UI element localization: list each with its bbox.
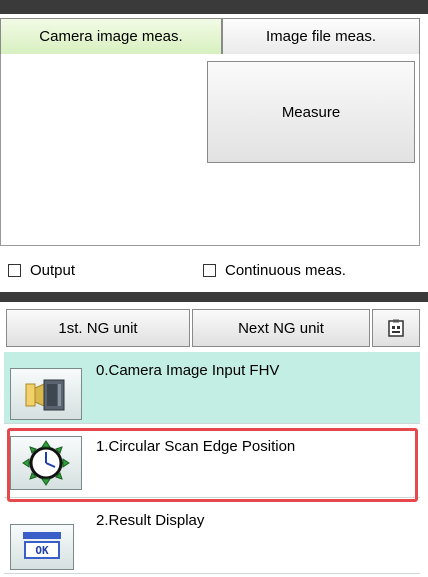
- unit-settings-button[interactable]: [372, 309, 420, 347]
- unit-item-result-display[interactable]: OK 2.Result Display: [4, 502, 420, 574]
- tab-image-file-meas[interactable]: Image file meas.: [222, 18, 420, 54]
- unit-label: 2.Result Display: [96, 512, 205, 529]
- continuous-meas-checkbox-box[interactable]: [203, 263, 216, 277]
- clipboard-icon: [388, 319, 404, 337]
- measurement-tabs: Camera image meas. Image file meas.: [0, 14, 428, 54]
- ok-display-icon: OK: [10, 524, 74, 570]
- circular-scan-icon: [10, 436, 82, 490]
- unit-item-camera-image-input[interactable]: 0.Camera Image Input FHV: [4, 352, 420, 424]
- measure-button[interactable]: Measure: [207, 61, 415, 163]
- tab-camera-image-meas[interactable]: Camera image meas.: [0, 18, 222, 54]
- ok-badge: OK: [23, 532, 61, 562]
- top-bar: [0, 0, 428, 14]
- next-ng-unit-label: Next NG unit: [238, 319, 324, 337]
- measurement-panel: Measure: [0, 54, 420, 246]
- next-ng-unit-button[interactable]: Next NG unit: [192, 309, 370, 347]
- measure-button-label: Measure: [281, 103, 341, 121]
- ok-badge-text: OK: [24, 541, 60, 559]
- tab-label: Image file meas.: [265, 28, 377, 45]
- output-checkbox-label: Output: [30, 261, 76, 279]
- ok-badge-bar: [23, 532, 61, 539]
- continuous-meas-checkbox[interactable]: Continuous meas.: [203, 258, 346, 282]
- first-ng-unit-label: 1st. NG unit: [58, 319, 138, 337]
- tab-label: Camera image meas.: [39, 28, 183, 45]
- section-separator: [0, 292, 428, 302]
- unit-label: 0.Camera Image Input FHV: [96, 362, 280, 379]
- unit-label: 1.Circular Scan Edge Position: [96, 438, 296, 455]
- output-checkbox[interactable]: Output: [8, 258, 75, 282]
- ng-navigation-bar: 1st. NG unit Next NG unit: [0, 302, 428, 352]
- first-ng-unit-button[interactable]: 1st. NG unit: [6, 309, 190, 347]
- continuous-meas-checkbox-label: Continuous meas.: [225, 261, 346, 279]
- camera-icon: [10, 368, 82, 420]
- unit-item-circular-scan-edge[interactable]: 1.Circular Scan Edge Position: [4, 428, 420, 498]
- output-checkbox-box[interactable]: [8, 263, 21, 277]
